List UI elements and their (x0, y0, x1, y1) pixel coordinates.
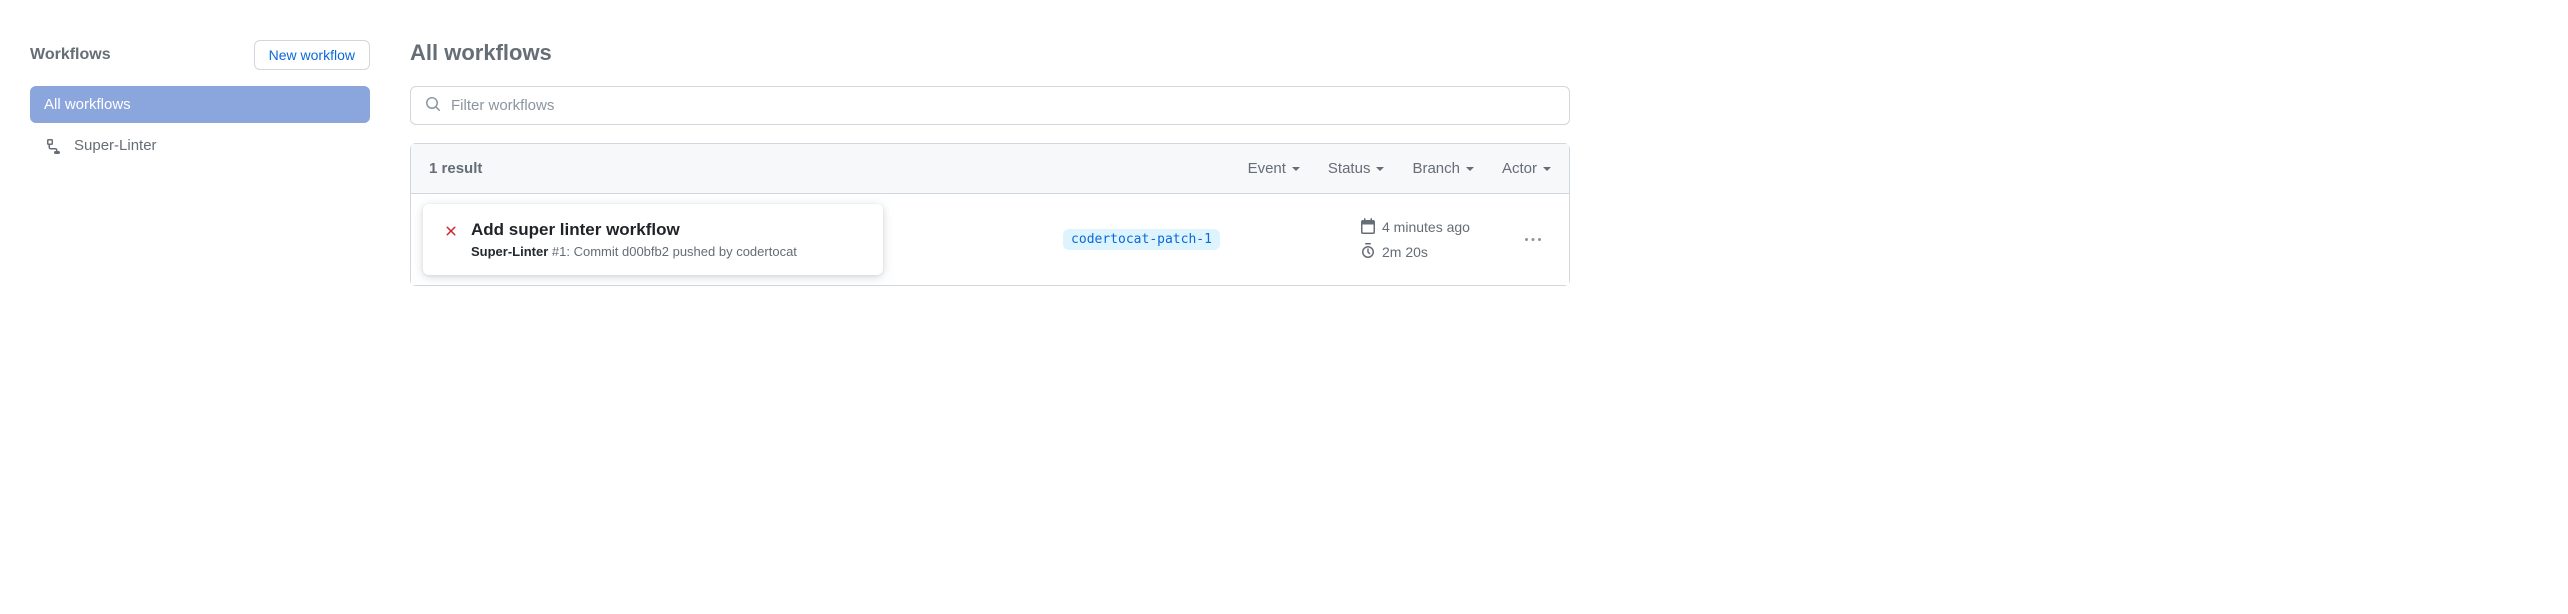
run-duration-row: 2m 20s (1360, 243, 1495, 262)
sidebar-item-label: Super-Linter (74, 137, 157, 154)
run-title: Add super linter workflow (471, 220, 797, 240)
runs-list: 1 result Event Status Branch (410, 143, 1570, 286)
filter-branch-dropdown[interactable]: Branch (1412, 160, 1474, 177)
caret-down-icon (1292, 167, 1300, 171)
sidebar: Workflows New workflow All workflows Sup… (30, 40, 370, 286)
run-duration: 2m 20s (1382, 244, 1428, 260)
branch-tag[interactable]: codertocat-patch-1 (1063, 229, 1220, 250)
filter-label: Actor (1502, 160, 1537, 177)
filter-workflows-input[interactable] (451, 97, 1555, 114)
runs-list-header: 1 result Event Status Branch (411, 144, 1569, 194)
run-timestamp-row: 4 minutes ago (1360, 218, 1495, 237)
filter-label: Branch (1412, 160, 1460, 177)
run-actor: codertocat (736, 244, 797, 259)
caret-down-icon (1543, 167, 1551, 171)
run-branch-cell: codertocat-patch-1 (883, 229, 1360, 250)
run-card[interactable]: Add super linter workflow Super-Linter #… (423, 204, 883, 275)
filter-dropdowns: Event Status Branch Actor (1248, 160, 1551, 177)
run-meta: 4 minutes ago 2m 20s (1360, 218, 1495, 262)
sidebar-item-all-workflows[interactable]: All workflows (30, 86, 370, 123)
filter-event-dropdown[interactable]: Event (1248, 160, 1300, 177)
workflow-icon (44, 138, 64, 154)
main-content: All workflows 1 result Event Status (410, 40, 1570, 286)
sidebar-title: Workflows (30, 46, 111, 64)
sidebar-item-label: All workflows (44, 96, 131, 113)
run-workflow-name: Super-Linter (471, 244, 548, 259)
page-title: All workflows (410, 40, 1570, 66)
calendar-icon (1360, 218, 1376, 237)
run-text-block: Add super linter workflow Super-Linter #… (471, 220, 797, 259)
search-icon (425, 96, 441, 115)
run-meta-cell: 4 minutes ago 2m 20s (1360, 218, 1551, 262)
result-count: 1 result (429, 160, 482, 177)
filter-status-dropdown[interactable]: Status (1328, 160, 1385, 177)
caret-down-icon (1376, 167, 1384, 171)
run-description: Commit d00bfb2 pushed by (574, 244, 737, 259)
run-row[interactable]: Add super linter workflow Super-Linter #… (411, 194, 1569, 285)
caret-down-icon (1466, 167, 1474, 171)
filter-label: Event (1248, 160, 1286, 177)
run-subtitle: Super-Linter #1: Commit d00bfb2 pushed b… (471, 244, 797, 259)
status-failed-icon (443, 223, 459, 242)
sidebar-item-super-linter[interactable]: Super-Linter (30, 127, 370, 164)
stopwatch-icon (1360, 243, 1376, 262)
new-workflow-button[interactable]: New workflow (254, 40, 370, 70)
filter-label: Status (1328, 160, 1371, 177)
run-timestamp: 4 minutes ago (1382, 219, 1470, 235)
sidebar-header: Workflows New workflow (30, 40, 370, 70)
filter-actor-dropdown[interactable]: Actor (1502, 160, 1551, 177)
run-number: #1: (548, 244, 573, 259)
run-actions-menu-button[interactable] (1519, 226, 1547, 254)
filter-workflows-box[interactable] (410, 86, 1570, 125)
